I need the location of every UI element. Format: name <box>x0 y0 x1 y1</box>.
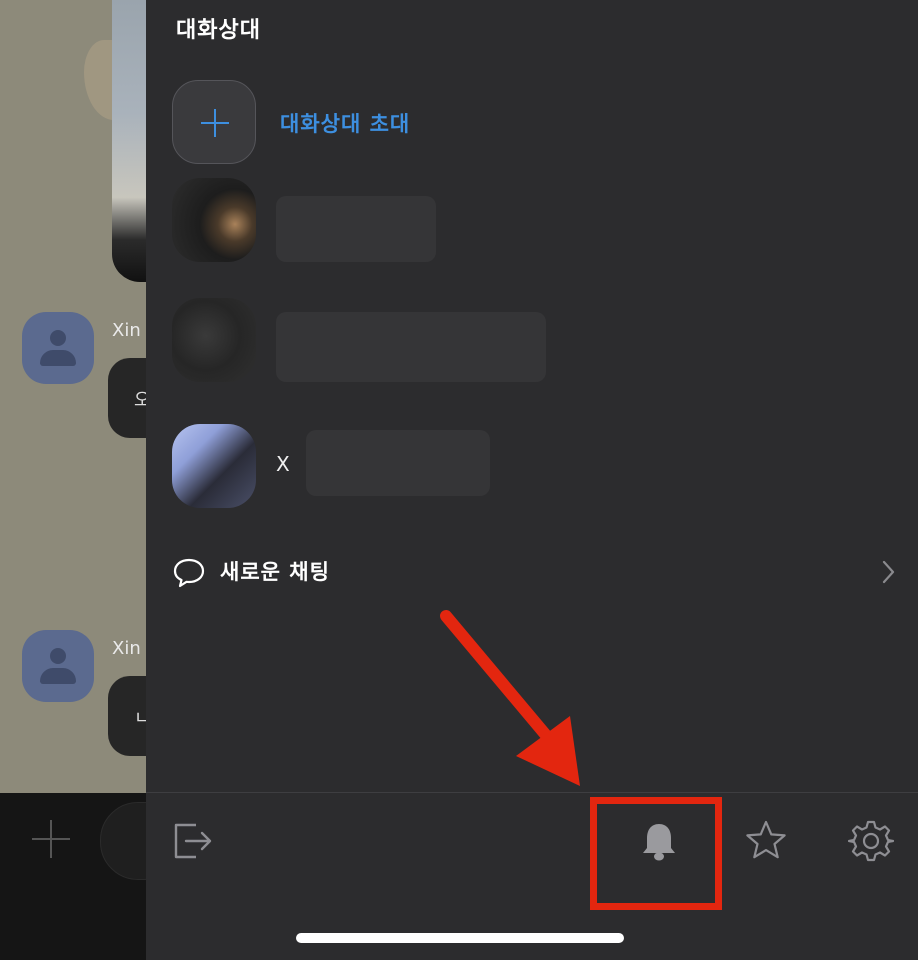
blurred-name <box>276 312 546 382</box>
drawer-title: 대화상대 <box>176 18 261 43</box>
sender-name: Xin <box>112 320 141 341</box>
avatar <box>172 178 256 262</box>
member-row[interactable]: X <box>172 424 892 514</box>
blurred-name <box>276 196 436 262</box>
star-icon[interactable] <box>743 818 789 864</box>
avatar <box>22 312 94 384</box>
plus-icon <box>30 818 72 860</box>
avatar <box>22 630 94 702</box>
exit-icon[interactable] <box>170 818 216 864</box>
avatar <box>172 424 256 508</box>
new-chat-row[interactable]: 새로운 채팅 <box>172 552 902 592</box>
member-row[interactable] <box>172 178 892 268</box>
speech-bubble-icon <box>173 558 205 588</box>
message-bubble: 오 <box>108 358 151 438</box>
gear-icon[interactable] <box>848 818 894 864</box>
member-name: X <box>276 452 290 476</box>
bell-highlight-box <box>590 797 722 910</box>
home-indicator <box>296 933 624 943</box>
sender-name: Xin <box>112 638 141 659</box>
chat-member-drawer: 대화상대 대화상대 초대 X 새로운 채팅 <box>146 0 918 960</box>
message-bubble: ㄴ <box>108 676 151 756</box>
avatar <box>172 298 256 382</box>
member-row[interactable] <box>172 298 892 388</box>
chevron-right-icon <box>882 560 895 584</box>
add-member-icon[interactable] <box>172 80 256 164</box>
new-chat-label[interactable]: 새로운 채팅 <box>220 556 330 586</box>
invite-member-row[interactable]: 대화상대 초대 <box>172 80 872 164</box>
red-arrow-annotation <box>440 610 580 786</box>
invite-label[interactable]: 대화상대 초대 <box>280 108 410 138</box>
blurred-name <box>306 430 490 496</box>
